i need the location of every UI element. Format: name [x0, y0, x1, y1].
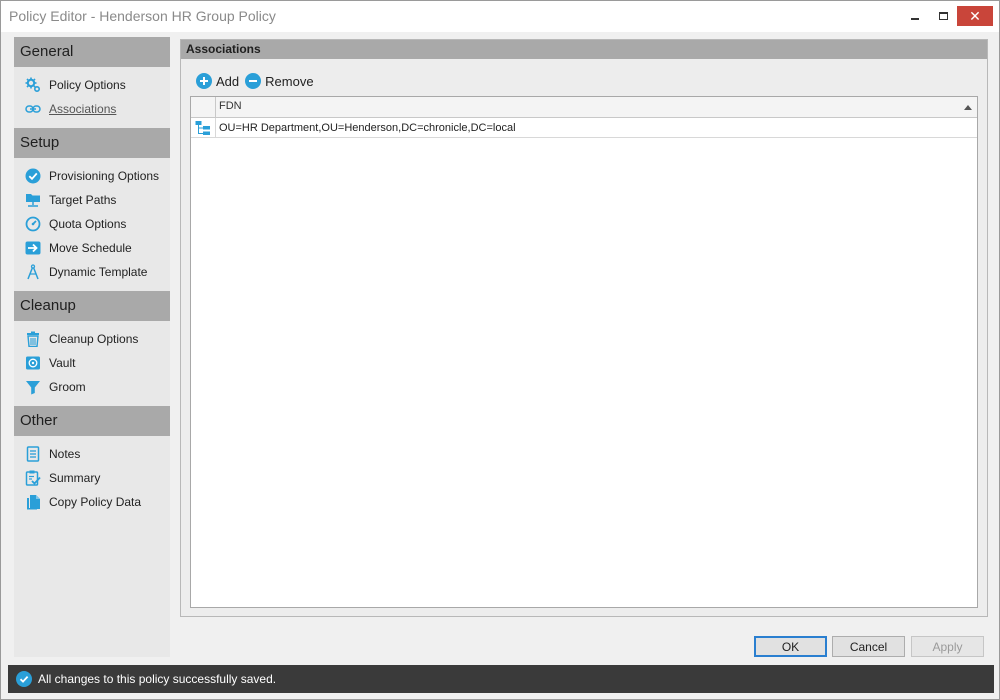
policy-editor-window: Policy Editor - Henderson HR Group Polic…	[0, 0, 1000, 700]
vault-icon	[24, 354, 42, 372]
sidebar-item-policy-options[interactable]: Policy Options	[14, 73, 170, 97]
sidebar-item-label: Vault	[49, 356, 76, 370]
associations-toolbar: Add Remove	[196, 73, 320, 89]
funnel-icon	[24, 378, 42, 396]
associations-panel: Associations Add Remove FDN OU=HR Depart…	[180, 39, 988, 617]
ok-button[interactable]: OK	[754, 636, 827, 657]
sidebar-item-notes[interactable]: Notes	[14, 442, 170, 466]
minus-icon	[245, 73, 262, 89]
status-bar: All changes to this policy successfully …	[8, 665, 994, 693]
maximize-icon	[938, 12, 948, 20]
copy-icon	[24, 493, 42, 511]
org-tree-icon	[191, 117, 216, 138]
sidebar-item-target-paths[interactable]: Target Paths	[14, 188, 170, 212]
add-button-label: Add	[216, 73, 240, 89]
close-icon: ✕	[969, 7, 981, 24]
sidebar-item-label: Summary	[49, 471, 101, 485]
sidebar: General Policy Options Associations Setu…	[14, 37, 170, 657]
arrow-right-icon	[24, 239, 42, 257]
folder-network-icon	[24, 191, 42, 209]
fdn-cell: OU=HR Department,OU=Henderson,DC=chronic…	[219, 121, 516, 134]
associations-grid: FDN OU=HR Department,OU=Henderson,DC=chr…	[190, 96, 978, 608]
sidebar-item-label: Cleanup Options	[49, 332, 139, 346]
gauge-icon	[24, 215, 42, 233]
sidebar-item-groom[interactable]: Groom	[14, 375, 170, 399]
sort-ascending-icon	[964, 105, 972, 110]
table-row[interactable]: OU=HR Department,OU=Henderson,DC=chronic…	[191, 117, 977, 138]
section-header-general: General	[14, 37, 170, 67]
status-message: All changes to this policy successfully …	[38, 672, 277, 686]
sidebar-item-label: Associations	[49, 102, 117, 116]
sidebar-item-label: Move Schedule	[49, 241, 132, 255]
remove-button[interactable]: Remove	[245, 73, 314, 89]
compass-icon	[24, 263, 42, 281]
sidebar-item-label: Copy Policy Data	[49, 495, 142, 509]
sidebar-item-cleanup-options[interactable]: Cleanup Options	[14, 327, 170, 351]
cancel-button[interactable]: Cancel	[832, 636, 905, 657]
sidebar-item-provisioning-options[interactable]: Provisioning Options	[14, 164, 170, 188]
maximize-button[interactable]	[929, 5, 957, 27]
sidebar-item-label: Policy Options	[49, 78, 126, 92]
sidebar-item-associations[interactable]: Associations	[14, 97, 170, 121]
section-header-cleanup: Cleanup	[14, 291, 170, 321]
apply-button[interactable]: Apply	[911, 636, 984, 657]
sidebar-item-summary[interactable]: Summary	[14, 466, 170, 490]
title-bar: Policy Editor - Henderson HR Group Polic…	[1, 1, 999, 32]
section-header-setup: Setup	[14, 128, 170, 158]
trash-icon	[24, 330, 42, 348]
sidebar-item-copy-policy-data[interactable]: Copy Policy Data	[14, 490, 170, 514]
close-button[interactable]: ✕	[957, 6, 993, 26]
sidebar-item-vault[interactable]: Vault	[14, 351, 170, 375]
grid-header: FDN	[191, 97, 977, 118]
add-button[interactable]: Add	[196, 73, 239, 89]
notes-icon	[24, 445, 42, 463]
section-header-other: Other	[14, 406, 170, 436]
check-circle-icon	[16, 671, 32, 687]
remove-button-label: Remove	[265, 73, 314, 89]
panel-title: Associations	[181, 40, 987, 59]
gears-icon	[24, 76, 42, 94]
sidebar-item-label: Provisioning Options	[49, 169, 160, 183]
column-header-fdn[interactable]: FDN	[216, 97, 977, 117]
sidebar-item-label: Dynamic Template	[49, 265, 148, 279]
plus-icon	[196, 73, 212, 89]
minimize-icon	[911, 18, 919, 20]
column-header-label: FDN	[219, 100, 242, 112]
clipboard-check-icon	[24, 469, 42, 487]
sidebar-item-label: Quota Options	[49, 217, 127, 231]
window-title: Policy Editor - Henderson HR Group Polic…	[9, 8, 276, 24]
sidebar-item-dynamic-template[interactable]: Dynamic Template	[14, 260, 170, 284]
sidebar-item-quota-options[interactable]: Quota Options	[14, 212, 170, 236]
sidebar-item-label: Notes	[49, 447, 81, 461]
sidebar-item-move-schedule[interactable]: Move Schedule	[14, 236, 170, 260]
row-header-corner	[191, 97, 216, 117]
sidebar-item-label: Target Paths	[49, 193, 117, 207]
sidebar-item-label: Groom	[49, 380, 86, 394]
check-circle-icon	[24, 167, 42, 185]
link-icon	[24, 100, 42, 118]
minimize-button[interactable]	[901, 5, 929, 27]
